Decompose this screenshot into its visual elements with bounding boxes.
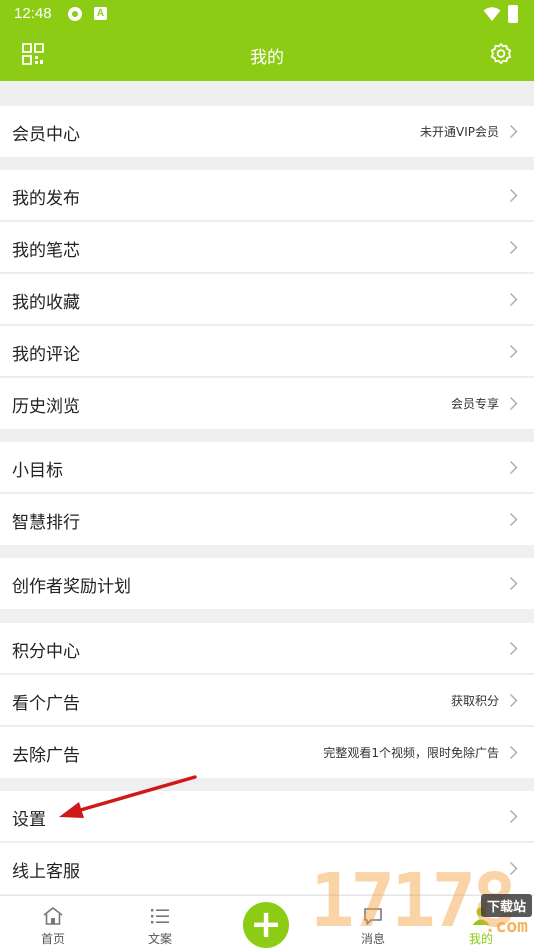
red-arrow-icon — [59, 775, 197, 818]
tab-label: 首页 — [40, 932, 65, 946]
watermark-tag: 下载站 — [480, 894, 532, 917]
battery-icon — [508, 5, 518, 23]
menu-item-label: 我的评论 — [12, 345, 80, 365]
menu-item-label: 积分中心 — [12, 642, 80, 662]
menu-item-label: 会员中心 — [12, 125, 80, 145]
menu-item-label: 设置 — [12, 810, 46, 830]
watermark: 17178 下载站 .com — [310, 858, 534, 950]
menu-item-label: 线上客服 — [12, 862, 80, 882]
menu-item-label: 我的笔芯 — [12, 241, 80, 261]
chevron-right-icon — [510, 125, 518, 138]
divider — [0, 725, 534, 726]
chevron-right-icon — [510, 241, 518, 254]
a-badge-icon: A — [94, 7, 107, 20]
chevron-right-icon — [510, 397, 518, 410]
chevron-right-icon — [510, 746, 518, 759]
watermark-suffix: .com — [484, 916, 528, 937]
menu-item-value: 未开通VIP会员 — [420, 125, 499, 139]
tab-copywriting[interactable]: 文案 — [115, 896, 205, 950]
divider — [0, 673, 534, 674]
tab-label: 文案 — [147, 932, 172, 946]
status-bar: 12:48 A — [0, 0, 534, 28]
menu-item-label: 创作者奖励计划 — [12, 577, 131, 597]
menu-item-watch-ad[interactable]: 看个广告 获取积分 — [0, 675, 534, 726]
chevron-right-icon — [510, 189, 518, 202]
menu-item-label: 智慧排行 — [12, 513, 80, 533]
menu-item-label: 去除广告 — [12, 746, 80, 766]
menu-item-label: 我的发布 — [12, 189, 80, 209]
chevron-right-icon — [510, 345, 518, 358]
menu-item-ranking[interactable]: 智慧排行 — [0, 494, 534, 545]
menu-item-creator-rewards[interactable]: 创作者奖励计划 — [0, 558, 534, 609]
divider — [0, 324, 534, 325]
app-header: 我的 — [0, 28, 534, 81]
divider — [0, 272, 534, 273]
menu-item-value: 完整观看1个视频，限时免除广告 — [323, 746, 499, 760]
menu-item-my-posts[interactable]: 我的发布 — [0, 170, 534, 221]
wifi-icon — [483, 7, 501, 21]
divider — [0, 492, 534, 493]
menu-item-my-favorites[interactable]: 我的收藏 — [0, 274, 534, 325]
chevron-right-icon — [510, 810, 518, 823]
chevron-right-icon — [510, 513, 518, 526]
gear-icon[interactable] — [489, 42, 513, 66]
home-icon — [43, 906, 63, 925]
add-button[interactable]: + — [243, 902, 289, 948]
divider — [0, 376, 534, 377]
menu-item-my-comments[interactable]: 我的评论 — [0, 326, 534, 377]
menu-item-label: 看个广告 — [12, 694, 80, 714]
menu-item-points-center[interactable]: 积分中心 — [0, 623, 534, 674]
page-title: 我的 — [250, 48, 284, 68]
chevron-right-icon — [510, 293, 518, 306]
chevron-right-icon — [510, 694, 518, 707]
menu-item-my-likes[interactable]: 我的笔芯 — [0, 222, 534, 273]
menu-item-history[interactable]: 历史浏览 会员专享 — [0, 378, 534, 429]
menu-item-remove-ads[interactable]: 去除广告 完整观看1个视频，限时免除广告 — [0, 727, 534, 778]
plus-icon: + — [250, 902, 282, 946]
divider — [0, 841, 534, 842]
chevron-right-icon — [510, 577, 518, 590]
list-icon — [151, 909, 169, 924]
menu-item-value: 会员专享 — [450, 397, 499, 411]
chevron-right-icon — [510, 642, 518, 655]
menu-item-small-goals[interactable]: 小目标 — [0, 442, 534, 493]
menu-item-label: 历史浏览 — [12, 397, 80, 417]
menu-item-value: 获取积分 — [450, 694, 499, 708]
app-notification-icon — [68, 7, 82, 21]
menu-item-vip-center[interactable]: 会员中心 未开通VIP会员 — [0, 106, 534, 157]
menu-item-label: 我的收藏 — [12, 293, 80, 313]
divider — [0, 220, 534, 221]
menu-item-label: 小目标 — [12, 461, 63, 481]
tab-home[interactable]: 首页 — [8, 896, 98, 950]
chevron-right-icon — [510, 461, 518, 474]
status-time: 12:48 — [14, 5, 52, 22]
